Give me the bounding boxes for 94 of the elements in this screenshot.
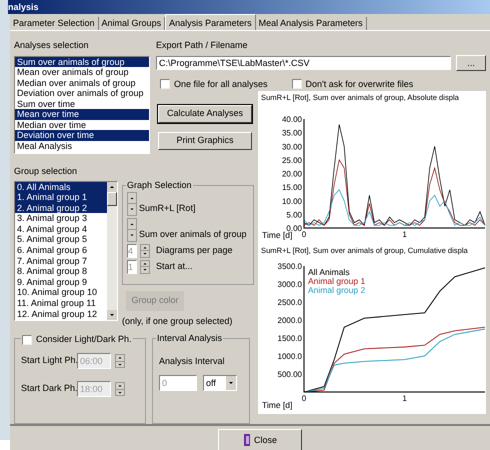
path-field[interactable]: C:\Programme\TSE\LabMaster\*.CSV — [156, 56, 452, 70]
caret-icon — [226, 376, 236, 390]
tick-label: 2000.0 — [278, 316, 302, 325]
checkbox[interactable] — [160, 79, 170, 90]
analyses-list[interactable]: Sum over animals of group Mean over animals of group Median over animals of group Deviation over animals of group Sum over time Mean over time Median over time Deviation over time Meal Analysis — [14, 56, 150, 154]
tab[interactable]: Analysis Parameters — [165, 14, 256, 30]
checkbox[interactable] — [22, 334, 32, 345]
tick-label: 1 — [402, 230, 407, 239]
axis-label: Time [d] — [262, 400, 292, 410]
tick-label: 35.00 — [282, 128, 302, 138]
down-arrow-icon — [116, 388, 124, 395]
list-item[interactable]: Deviation over time — [15, 130, 149, 140]
up-arrow-icon — [141, 260, 149, 266]
selector-label: SumR+L [Rot] — [139, 202, 196, 215]
list-item[interactable]: 3. Animal group 3 — [15, 213, 107, 224]
tick-label: 15.00 — [282, 183, 302, 192]
spin-control[interactable] — [140, 260, 150, 274]
tick-label: 3000.0 — [278, 280, 302, 289]
checkbox-label: Consider Light/Dark Ph. — [36, 333, 132, 346]
tick-label: 5.00 — [286, 210, 302, 220]
legend-label: All Animals — [308, 267, 350, 277]
tick-label: 20.00 — [282, 170, 302, 178]
section-label: Analyses selection — [14, 39, 90, 52]
list-item[interactable]: 4. Animal group 4 — [15, 224, 107, 234]
list-item[interactable]: Meal Analysis — [15, 140, 149, 151]
selector-label: Sum over animals of group — [139, 228, 247, 241]
list-item[interactable]: 5. Animal group 5 — [15, 234, 107, 246]
tick-label: 25.00 — [282, 156, 302, 165]
field-label: Diagrams per page — [156, 244, 233, 257]
list-item[interactable]: Deviation over animals of group — [15, 88, 149, 98]
tab[interactable]: Parameter Selection — [10, 17, 99, 30]
unit-dropdown[interactable]: off — [203, 374, 237, 390]
down-arrow-icon — [141, 266, 149, 272]
up-arrow-icon — [141, 244, 149, 250]
list-item[interactable]: 12. Animal group 12 — [15, 308, 107, 320]
list-item[interactable]: Sum over time — [15, 98, 149, 109]
checkbox-label: Don't ask for overwrite files — [306, 78, 414, 90]
tab[interactable]: Meal Analysis Parameters — [256, 17, 367, 30]
section-label: Group selection — [14, 165, 78, 178]
checkbox-label: One file for all analyses — [174, 78, 268, 91]
list-item[interactable]: Mean over time — [15, 109, 149, 120]
list-item[interactable]: 8. Animal group 8 — [15, 266, 107, 277]
tick-label: 10.00 — [282, 196, 302, 206]
list-item[interactable]: 11. Animal group 11 — [15, 298, 107, 309]
list-item[interactable]: 0. All Animals — [15, 182, 107, 192]
tick-label: 3500.0 — [278, 262, 302, 271]
tick-label: 1000.0 — [278, 352, 302, 361]
list-item[interactable]: Sum over animals of group — [15, 56, 149, 67]
spin-control[interactable] — [127, 218, 137, 242]
tick-label: 40.00 — [282, 115, 302, 124]
spin-control[interactable] — [140, 244, 150, 258]
up-arrow-icon — [116, 383, 124, 388]
browse-button[interactable]: ... — [456, 54, 486, 70]
close-button[interactable]: Close — [218, 429, 302, 450]
list-item[interactable]: 9. Animal group 9 — [15, 276, 107, 288]
field-label: Start at... — [156, 260, 193, 273]
list-item[interactable]: 7. Animal group 7 — [15, 256, 107, 266]
title-bar: nalysis — [8, 0, 490, 14]
tick-label: 2500.0 — [278, 298, 302, 307]
tick-label: 500.00 — [278, 370, 302, 379]
down-arrow-icon — [116, 360, 124, 367]
tick-label: 30.00 — [282, 142, 302, 152]
calculate-button[interactable]: Calculate Analyses — [158, 105, 252, 123]
legend-label: Animal group 1 — [308, 276, 366, 286]
list-item[interactable]: Mean over animals of group — [15, 67, 149, 78]
checkbox[interactable] — [292, 79, 302, 90]
print-button[interactable]: Print Graphics — [158, 132, 252, 150]
axis-label: Time [d] — [262, 230, 292, 240]
hint-text: (only, if one group selected) — [122, 314, 234, 328]
group-title: Graph Selection — [126, 180, 193, 190]
list-item[interactable]: 6. Animal group 6 — [15, 245, 107, 256]
scrollbar[interactable] — [107, 182, 117, 320]
list-item[interactable]: 2. Animal group 2 — [15, 202, 107, 214]
tick-label: 0.00 — [286, 224, 302, 233]
door-icon — [242, 434, 251, 446]
group-title: Interval Analysis — [156, 333, 224, 343]
field-label: Export Path / Filename — [156, 39, 249, 52]
legend-label: Animal group 2 — [308, 285, 366, 295]
up-arrow-icon — [116, 355, 124, 360]
tick-label: 0 — [302, 394, 306, 403]
list-item[interactable]: Median over time — [15, 120, 149, 130]
tick-label: 1500.0 — [278, 334, 302, 343]
list-item[interactable]: Median over animals of group — [15, 78, 149, 88]
field-label: Analysis Interval — [159, 355, 226, 368]
list-item[interactable]: 10. Animal group 10 — [15, 287, 107, 298]
scroll-thumb[interactable] — [107, 192, 117, 206]
list-item[interactable]: 1. Animal group 1 — [15, 192, 107, 203]
tick-label: 0 — [302, 230, 306, 239]
spin-control[interactable] — [115, 382, 125, 396]
group-list[interactable] — [14, 180, 118, 320]
spin-control[interactable] — [127, 192, 137, 216]
spin-control[interactable] — [115, 354, 125, 368]
tick-label: 1 — [402, 394, 407, 403]
down-arrow-icon — [141, 250, 149, 256]
